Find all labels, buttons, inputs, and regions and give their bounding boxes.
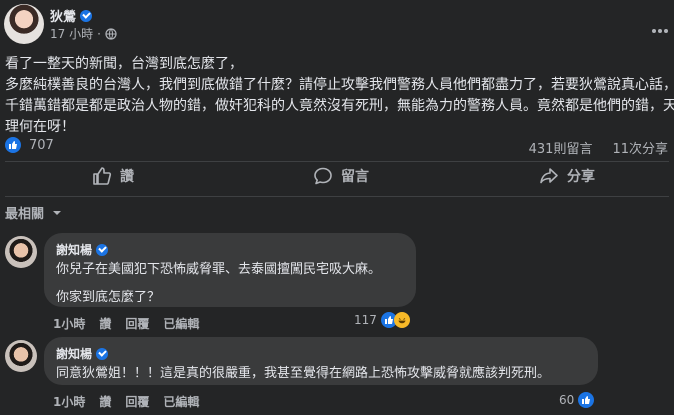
globe-icon — [105, 27, 117, 40]
comment-time[interactable]: 1小時 — [53, 393, 85, 410]
share-button[interactable]: 分享 — [539, 166, 595, 186]
comment-text: 你兒子在美國犯下恐怖威脅罪、去泰國擅闖民宅吸大麻。 — [56, 262, 382, 277]
comment-bubble: 謝知楊 你兒子在美國犯下恐怖威脅罪、去泰國擅闖民宅吸大麻。 你家到底怎麼了？ — [44, 233, 416, 307]
engagement-counts: 431則留言 11次分享 — [529, 138, 668, 157]
divider — [5, 161, 669, 162]
haha-reaction-icon — [393, 312, 410, 328]
comment-reaction-count: 60 — [559, 393, 575, 407]
more-options-icon[interactable] — [651, 18, 669, 37]
comment-text: 同意狄鶯姐！！！這是真的很嚴重，我甚至覺得在網路上恐怖攻擊威脅就應該判死刑。 — [56, 366, 551, 381]
divider — [5, 196, 669, 197]
post-text-line: 理何在呀！ — [5, 119, 75, 135]
commenter-avatar[interactable] — [5, 340, 37, 372]
like-button[interactable]: 讚 — [92, 166, 134, 186]
author-line: 狄鶯 — [50, 6, 93, 25]
comment-reply-button[interactable]: 回覆 — [125, 315, 149, 332]
comment-count[interactable]: 431則留言 — [529, 138, 593, 157]
like-icon — [93, 167, 112, 185]
author-avatar[interactable] — [4, 4, 44, 44]
comment-like-button[interactable]: 讚 — [99, 315, 111, 332]
comment-author-line: 謝知楊 — [56, 241, 404, 258]
post-meta: 17 小時 · — [50, 25, 117, 42]
comment-bubble: 謝知楊 同意狄鶯姐！！！這是真的很嚴重，我甚至覺得在網路上恐怖攻擊威脅就應該判死… — [44, 337, 598, 385]
comment-sort-dropdown[interactable]: 最相關 — [5, 203, 64, 222]
comment-time[interactable]: 1小時 — [53, 315, 85, 332]
comment-reply-button[interactable]: 回覆 — [125, 393, 149, 410]
like-reaction-icon — [5, 137, 21, 153]
share-count[interactable]: 11次分享 — [612, 138, 668, 157]
comment-actions: 1小時 讚 回覆 已編輯 — [53, 315, 199, 332]
commenter-avatar[interactable] — [5, 236, 37, 268]
share-label: 分享 — [567, 169, 595, 185]
comment-reaction-count: 117 — [354, 313, 377, 327]
author-name[interactable]: 狄鶯 — [50, 10, 76, 25]
comment-author[interactable]: 謝知楊 — [56, 345, 92, 362]
comment-edited-label[interactable]: 已編輯 — [163, 315, 199, 332]
reaction-count[interactable]: 707 — [29, 138, 54, 153]
comment-label: 留言 — [341, 169, 369, 185]
verified-badge-icon — [96, 347, 109, 360]
post-text-line: 看了一整天的新聞，台灣到底怎麼了， — [5, 56, 243, 72]
comment-actions: 1小時 讚 回覆 已編輯 — [53, 393, 199, 410]
verified-badge-icon — [96, 243, 109, 256]
comment-text: 你家到底怎麼了？ — [56, 290, 161, 305]
chevron-down-icon — [53, 210, 62, 215]
verified-badge-icon — [80, 10, 93, 22]
post-time[interactable]: 17 小時 — [50, 25, 93, 42]
comment-author[interactable]: 謝知楊 — [56, 241, 92, 258]
like-reaction-icon — [578, 392, 595, 408]
comment-button[interactable]: 留言 — [313, 166, 369, 186]
post-body: 看了一整天的新聞，台灣到底怎麼了， 多麼純樸善良的台灣人，我們到底做錯了什麼？請… — [5, 54, 674, 138]
comment-author-line: 謝知楊 — [56, 345, 586, 362]
comment-edited-label[interactable]: 已編輯 — [163, 393, 199, 410]
post-text-line: 千錯萬錯都是都是政治人物的錯，做奸犯科的人竟然沒有死刑，無能為力的警務人員。竟然… — [5, 98, 674, 114]
comment-reactions[interactable]: 117 — [354, 312, 410, 328]
reaction-summary[interactable]: 707 — [5, 137, 54, 153]
share-icon — [540, 168, 558, 184]
sort-label: 最相關 — [5, 207, 45, 222]
comment-icon — [314, 167, 332, 185]
like-label: 讚 — [120, 169, 134, 185]
comment-like-button[interactable]: 讚 — [99, 393, 111, 410]
post-text-line: 多麼純樸善良的台灣人，我們到底做錯了什麼？請停止攻擊我們警務人員他們都盡力了，若… — [5, 77, 674, 93]
comment-reactions[interactable]: 60 — [559, 392, 595, 408]
